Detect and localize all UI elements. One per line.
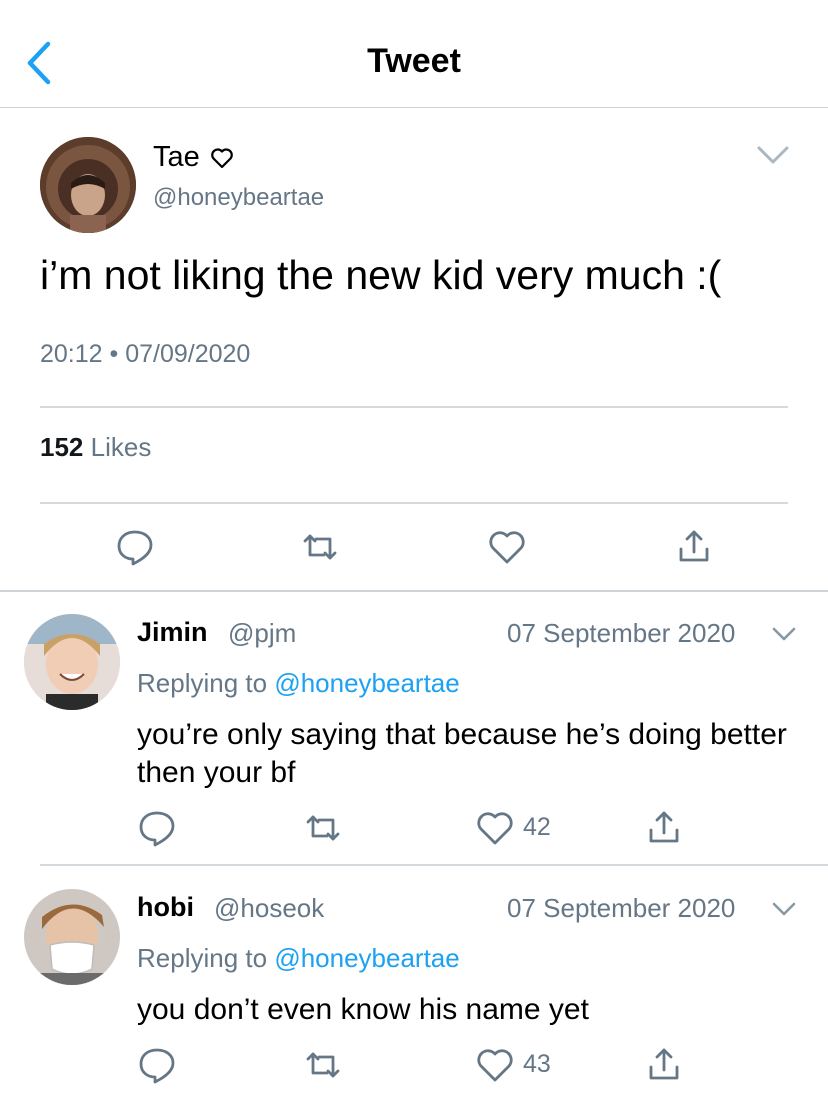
divider (40, 502, 788, 504)
like-count: 42 (523, 813, 551, 841)
chevron-down-icon[interactable] (756, 144, 790, 166)
chevron-down-icon[interactable] (772, 901, 796, 917)
divider (40, 406, 788, 408)
like-icon[interactable] (475, 808, 515, 848)
divider (40, 864, 828, 866)
nav-bar: Tweet (0, 0, 828, 108)
likes-count: 152 (40, 432, 84, 462)
retweet-icon[interactable] (303, 808, 343, 848)
like-icon[interactable] (487, 527, 527, 567)
likes-summary[interactable]: 152 Likes (40, 432, 151, 463)
divider (0, 590, 828, 592)
author-name-text: Tae (153, 141, 200, 173)
page-title: Tweet (367, 42, 461, 80)
avatar[interactable] (24, 614, 120, 710)
mention-link[interactable]: @honeybeartae (274, 668, 459, 698)
avatar[interactable] (40, 137, 136, 233)
reply-author-handle[interactable]: @pjm (228, 618, 296, 649)
tweet-author-handle[interactable]: @honeybeartae (153, 184, 324, 212)
share-icon[interactable] (644, 808, 684, 848)
tweet-timestamp: 20:12 • 07/09/2020 (40, 340, 251, 368)
reply-text: you’re only saying that because he’s doi… (137, 718, 787, 789)
like-count: 43 (523, 1050, 551, 1078)
likes-label: Likes (90, 432, 152, 462)
reply-author-name[interactable]: hobi (137, 892, 194, 923)
reply-icon[interactable] (137, 1045, 177, 1085)
reply-author-handle[interactable]: @hoseok (214, 893, 324, 924)
like-icon[interactable] (475, 1045, 515, 1085)
avatar[interactable] (24, 889, 120, 985)
tweet-text: i’m not liking the new kid very much :( (40, 252, 722, 298)
reply-date: 07 September 2020 (507, 618, 736, 648)
share-icon[interactable] (644, 1045, 684, 1085)
retweet-icon[interactable] (300, 527, 340, 567)
reply-icon[interactable] (115, 527, 155, 567)
chevron-down-icon[interactable] (772, 626, 796, 642)
replying-to: Replying to @honeybeartae (137, 943, 460, 974)
heart-outline-icon (210, 147, 233, 168)
replying-prefix: Replying to (137, 943, 268, 973)
replying-prefix: Replying to (137, 668, 268, 698)
tweet-author-name[interactable]: Tae (153, 141, 234, 174)
replying-to: Replying to @honeybeartae (137, 668, 460, 699)
reply-author-name[interactable]: Jimin (137, 617, 208, 648)
reply-icon[interactable] (137, 808, 177, 848)
reply-date: 07 September 2020 (507, 893, 736, 923)
reply-text: you don’t even know his name yet (137, 993, 589, 1026)
share-icon[interactable] (674, 527, 714, 567)
retweet-icon[interactable] (303, 1045, 343, 1085)
mention-link[interactable]: @honeybeartae (274, 943, 459, 973)
